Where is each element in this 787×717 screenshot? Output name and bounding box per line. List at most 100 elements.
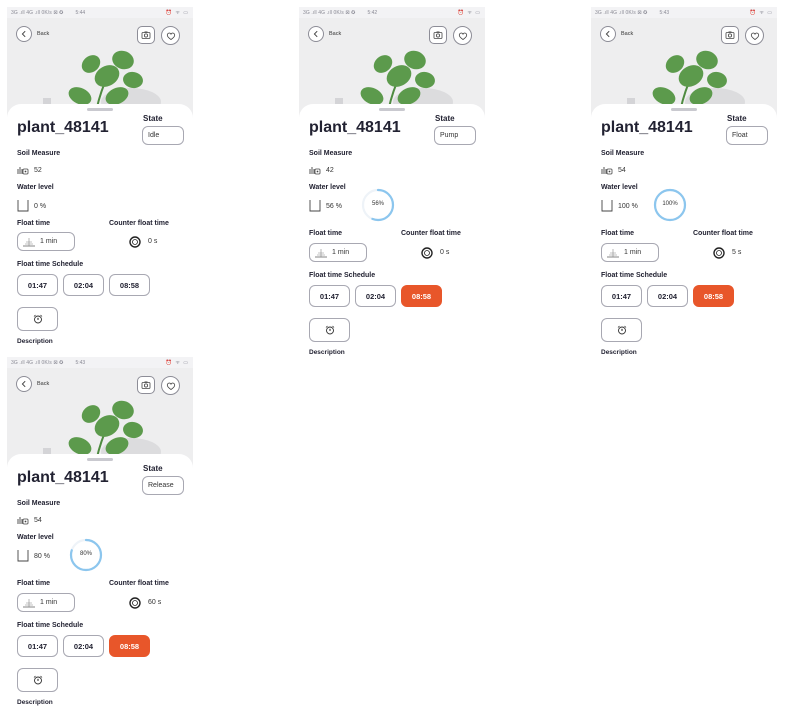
water-tank-icon [17, 550, 29, 562]
water-level-value: 0 % [34, 203, 47, 210]
float-time-title: Float time [17, 220, 51, 227]
state-value: Float [726, 126, 768, 145]
back-label[interactable]: Back [329, 31, 341, 37]
counter-float-time-value: 0 s [148, 238, 158, 245]
heart-icon [166, 32, 175, 40]
schedule-time-chip[interactable]: 01:47 [17, 635, 58, 657]
water-level-value: 80 % [34, 553, 50, 560]
float-time-value: 1 min [332, 249, 350, 256]
description-title: Description [309, 349, 345, 356]
phone-screen-float: 3G .ıll 4G .ıll 0K/s ⊠ ✪ 5:43 ⏰ ᯤ ▭ Back… [591, 7, 777, 357]
schedule-time-chip[interactable]: 02:04 [63, 635, 104, 657]
schedule-time-chip[interactable]: 08:58 [401, 285, 442, 307]
float-time-field[interactable]: 1 min [17, 232, 75, 251]
status-icons: ⏰ ᯤ ▭ [457, 9, 481, 16]
back-label[interactable]: Back [621, 31, 633, 37]
float-time-title: Float time [309, 230, 343, 237]
schedule-time-chip[interactable]: 01:47 [309, 285, 350, 307]
float-time-field[interactable]: 1 min [601, 243, 659, 262]
favorite-button[interactable] [745, 26, 764, 45]
schedule-time-chip[interactable]: 08:58 [109, 635, 150, 657]
water-tank-icon [309, 200, 321, 212]
plant-name: plant_48141 [601, 119, 693, 136]
water-tank-icon [17, 200, 29, 212]
sheet-drag-handle[interactable] [87, 458, 113, 461]
schedule-time-chip[interactable]: 08:58 [693, 285, 734, 307]
camera-button[interactable] [137, 26, 155, 44]
chevron-left-icon [605, 30, 610, 38]
schedule-time-chip[interactable]: 02:04 [647, 285, 688, 307]
schedule-time-chip[interactable]: 01:47 [17, 274, 58, 296]
description-title: Description [17, 338, 53, 345]
float-time-field[interactable]: 1 min [17, 593, 75, 612]
schedule-time-chip[interactable]: 08:58 [109, 274, 150, 296]
sheet-drag-handle[interactable] [379, 108, 405, 111]
counter-float-time-title: Counter float time [401, 230, 461, 237]
plant-hero-image: Back [7, 18, 193, 118]
float-schedule-title: Float time Schedule [601, 272, 668, 279]
float-gauge-icon [23, 238, 35, 247]
add-schedule-button[interactable] [17, 668, 58, 692]
soil-measure-title: Soil Measure [309, 150, 353, 157]
water-level-title: Water level [17, 184, 54, 191]
back-label[interactable]: Back [37, 381, 49, 387]
schedule-time-chip[interactable]: 01:47 [601, 285, 642, 307]
float-time-value: 1 min [40, 238, 58, 245]
timer-icon [421, 247, 433, 259]
soil-sensor-icon [17, 167, 29, 175]
float-gauge-icon [315, 249, 327, 258]
sheet-drag-handle[interactable] [671, 108, 697, 111]
camera-button[interactable] [721, 26, 739, 44]
plant-details-sheet: plant_48141 State Float Soil Measure 54 … [591, 104, 777, 357]
float-time-value: 1 min [40, 599, 58, 606]
status-signal: 3G .ıll 4G .ıll 0K/s ⊠ ✪ [11, 359, 64, 366]
back-button[interactable] [308, 26, 324, 42]
plant-details-sheet: plant_48141 State Release Soil Measure 5… [7, 454, 193, 707]
float-time-field[interactable]: 1 min [309, 243, 367, 262]
water-level-value: 56 % [326, 203, 342, 210]
favorite-button[interactable] [161, 26, 180, 45]
schedule-time-chip[interactable]: 02:04 [63, 274, 104, 296]
counter-float-time-value: 0 s [440, 249, 450, 256]
back-button[interactable] [600, 26, 616, 42]
water-level-title: Water level [601, 184, 638, 191]
back-button[interactable] [16, 376, 32, 392]
float-time-title: Float time [601, 230, 635, 237]
soil-sensor-icon [309, 167, 321, 175]
camera-button[interactable] [137, 376, 155, 394]
counter-float-time-value: 60 s [148, 599, 162, 606]
plant-hero-image: Back [591, 18, 777, 118]
state-label: State [435, 114, 455, 123]
favorite-button[interactable] [161, 376, 180, 395]
add-schedule-button[interactable] [601, 318, 642, 342]
float-schedule-title: Float time Schedule [309, 272, 376, 279]
state-label: State [143, 464, 163, 473]
status-bar: 3G .ıll 4G .ıll 0K/s ⊠ ✪ 5:42 ⏰ ᯤ ▭ [299, 7, 485, 18]
favorite-button[interactable] [453, 26, 472, 45]
heart-icon [750, 32, 759, 40]
camera-button[interactable] [429, 26, 447, 44]
plant-details-sheet: plant_48141 State Pump Soil Measure 42 W… [299, 104, 485, 357]
camera-icon [141, 381, 151, 389]
state-label: State [143, 114, 163, 123]
timer-icon [129, 236, 141, 248]
soil-sensor-icon [17, 517, 29, 525]
soil-measure-value: 42 [326, 167, 334, 174]
phone-screen-pump: 3G .ıll 4G .ıll 0K/s ⊠ ✪ 5:42 ⏰ ᯤ ▭ Back… [299, 7, 485, 357]
alarm-clock-icon [33, 675, 42, 685]
schedule-time-chip[interactable]: 02:04 [355, 285, 396, 307]
add-schedule-button[interactable] [17, 307, 58, 331]
back-button[interactable] [16, 26, 32, 42]
alarm-clock-icon [33, 314, 42, 324]
chevron-left-icon [21, 380, 26, 388]
counter-float-time-value: 5 s [732, 249, 742, 256]
add-schedule-button[interactable] [309, 318, 350, 342]
float-gauge-icon [607, 249, 619, 258]
water-level-ring-label: 80% [79, 551, 92, 557]
water-level-ring-label: 100% [662, 201, 678, 207]
plant-name: plant_48141 [309, 119, 401, 136]
sheet-drag-handle[interactable] [87, 108, 113, 111]
back-label[interactable]: Back [37, 31, 49, 37]
plant-name: plant_48141 [17, 469, 109, 486]
chevron-left-icon [313, 30, 318, 38]
